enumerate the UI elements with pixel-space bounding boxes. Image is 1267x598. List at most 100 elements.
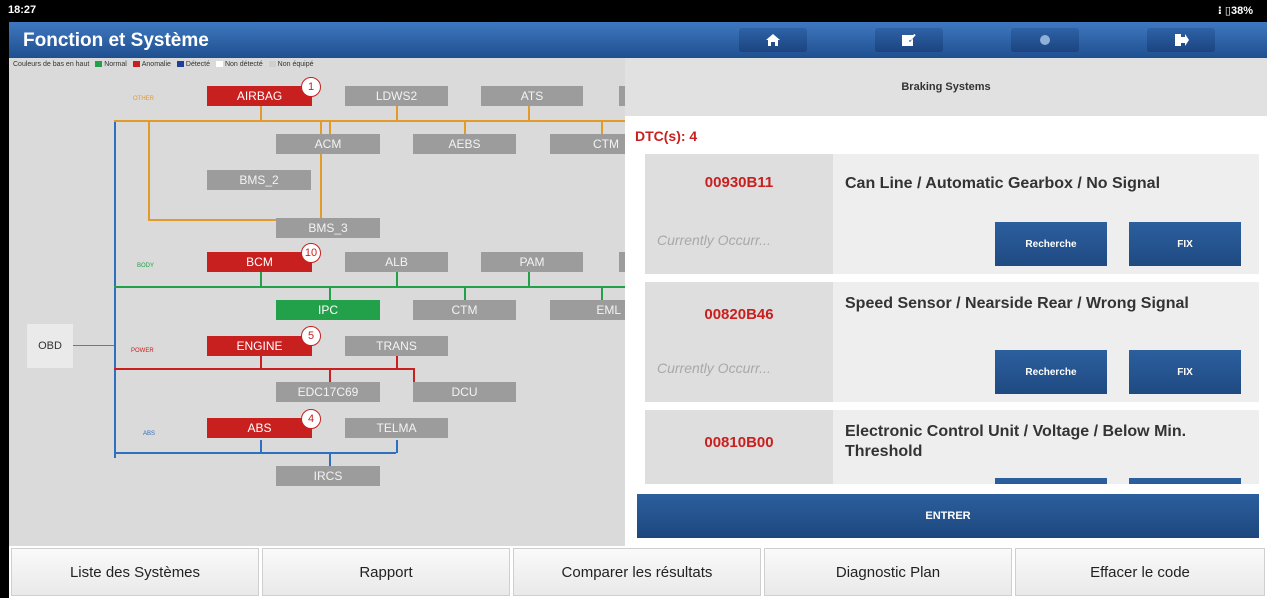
dtc-status: Currently Occurr...	[657, 360, 771, 376]
fault-count-badge: 4	[301, 409, 321, 429]
research-button[interactable]	[995, 478, 1107, 484]
dtc-code: 00810B00	[704, 434, 774, 451]
compare-results-button[interactable]: Comparer les résultats	[513, 548, 761, 596]
legend-swatch-normal	[95, 61, 103, 68]
panel-title: Braking Systems	[625, 58, 1267, 116]
enter-button[interactable]: ENTRER	[637, 494, 1259, 538]
node-bms-2[interactable]: BMS_2	[207, 170, 311, 190]
connector-line	[114, 368, 414, 370]
dtc-panel: Braking Systems DTC(s): 4 00930B11 Curre…	[625, 58, 1267, 546]
color-legend: Couleurs de bas en haut Normal Anomalie …	[13, 61, 313, 68]
connector-line	[114, 120, 625, 122]
home-button[interactable]	[739, 28, 807, 52]
dtc-description: Speed Sensor / Nearside Rear / Wrong Sig…	[845, 295, 1189, 312]
connector-line	[148, 120, 150, 220]
node-edc17c69[interactable]: EDC17C69	[276, 382, 380, 402]
exit-button[interactable]	[1147, 28, 1215, 52]
group-label-body: BODY	[137, 263, 155, 269]
legend-label: Anomalie	[141, 61, 171, 68]
dtc-count: DTC(s): 4	[635, 128, 698, 144]
node-alb[interactable]: ALB	[345, 252, 448, 272]
node-ircs[interactable]: IRCS	[276, 466, 380, 486]
node-dcu[interactable]: DCU	[413, 382, 516, 402]
legend-swatch-anomaly	[132, 61, 140, 68]
connector-line	[329, 368, 331, 382]
dtc-left-column	[645, 154, 833, 274]
dtc-item: 00930B11 Currently Occurr... Can Line / …	[645, 154, 1259, 274]
node-abs[interactable]: ABS	[207, 418, 312, 438]
node-ctm-top[interactable]: CTM	[550, 134, 625, 154]
legend-swatch-not-equipped	[268, 61, 276, 68]
clock: 18:27	[8, 4, 37, 16]
node-ipc[interactable]: IPC	[276, 300, 380, 320]
legend-label: Non équipé	[277, 61, 314, 68]
dtc-status: Currently Occurr...	[657, 232, 771, 248]
node-ats[interactable]: ATS	[481, 86, 583, 106]
node-trans[interactable]: TRANS	[345, 336, 448, 356]
legend-swatch-not-detected	[215, 61, 223, 68]
clear-code-button[interactable]: Effacer le code	[1015, 548, 1265, 596]
diagnostic-plan-button[interactable]: Diagnostic Plan	[764, 548, 1012, 596]
connector-line	[413, 368, 415, 382]
research-button[interactable]: Recherche	[995, 222, 1107, 266]
connector-line	[464, 120, 466, 134]
fix-button[interactable]	[1129, 478, 1241, 484]
node-pam[interactable]: PAM	[481, 252, 583, 272]
print-button[interactable]	[1011, 28, 1079, 52]
connector-line	[396, 106, 398, 121]
system-list-button[interactable]: Liste des Systèmes	[11, 548, 259, 596]
connector-line	[329, 120, 331, 134]
node-airbag[interactable]: AIRBAG	[207, 86, 312, 106]
dtc-code: 00930B11	[704, 174, 774, 191]
legend-label: Non détecté	[224, 61, 263, 68]
dtc-code: 00820B46	[704, 306, 774, 323]
edit-button[interactable]	[875, 28, 943, 52]
dtc-item: 00810B00 Electronic Control Unit / Volta…	[645, 410, 1259, 484]
connector-line	[329, 452, 331, 466]
connector-line	[260, 356, 262, 369]
status-bar: 18:27 ⁝ ▯38%	[0, 0, 1267, 22]
node-bcm[interactable]: BCM	[207, 252, 312, 272]
node-ldws2[interactable]: LDWS2	[345, 86, 448, 106]
connector-line	[114, 286, 625, 288]
home-icon	[766, 34, 780, 46]
bottom-toolbar: Liste des Systèmes Rapport Comparer les …	[9, 546, 1267, 598]
connector-line	[114, 120, 116, 458]
research-button[interactable]: Recherche	[995, 350, 1107, 394]
connector-line	[260, 272, 262, 287]
node-aebs[interactable]: AEBS	[413, 134, 516, 154]
connector-line	[528, 272, 530, 287]
node-eml[interactable]: EML	[550, 300, 625, 320]
dtc-list[interactable]: 00930B11 Currently Occurr... Can Line / …	[625, 154, 1267, 484]
connector-line	[464, 286, 466, 300]
fault-count-badge: 1	[301, 77, 321, 97]
node-telma[interactable]: TELMA	[345, 418, 448, 438]
fault-count-badge: 5	[301, 326, 321, 346]
connector-line	[69, 345, 114, 346]
exit-icon	[1175, 34, 1189, 46]
legend-swatch-detected	[176, 61, 184, 68]
fix-button[interactable]: FIX	[1129, 350, 1241, 394]
fix-button[interactable]: FIX	[1129, 222, 1241, 266]
node-engine[interactable]: ENGINE	[207, 336, 312, 356]
group-label-power: POWER	[131, 348, 154, 354]
battery-status: ⁝ ▯38%	[1217, 5, 1253, 17]
fault-count-badge: 10	[301, 243, 321, 263]
legend-intro: Couleurs de bas en haut	[13, 61, 90, 68]
group-label-other: OTHER	[133, 96, 154, 102]
dtc-description: Electronic Control Unit / Voltage / Belo…	[845, 423, 1187, 460]
report-button[interactable]: Rapport	[262, 548, 510, 596]
group-label-abs: ABS	[143, 431, 156, 437]
legend-label: Détecté	[185, 61, 211, 68]
node-ctm[interactable]: CTM	[413, 300, 516, 320]
connector-line	[396, 440, 398, 453]
node-acm[interactable]: ACM	[276, 134, 380, 154]
connector-line	[601, 286, 603, 300]
edit-icon	[902, 33, 916, 46]
print-icon	[1040, 35, 1050, 45]
page-title: Fonction et Système	[23, 30, 209, 51]
node-bms-3[interactable]: BMS_3	[276, 218, 380, 238]
connector-line	[396, 272, 398, 287]
dtc-description: Can Line / Automatic Gearbox / No Signal	[845, 175, 1161, 192]
connector-line	[114, 452, 396, 454]
